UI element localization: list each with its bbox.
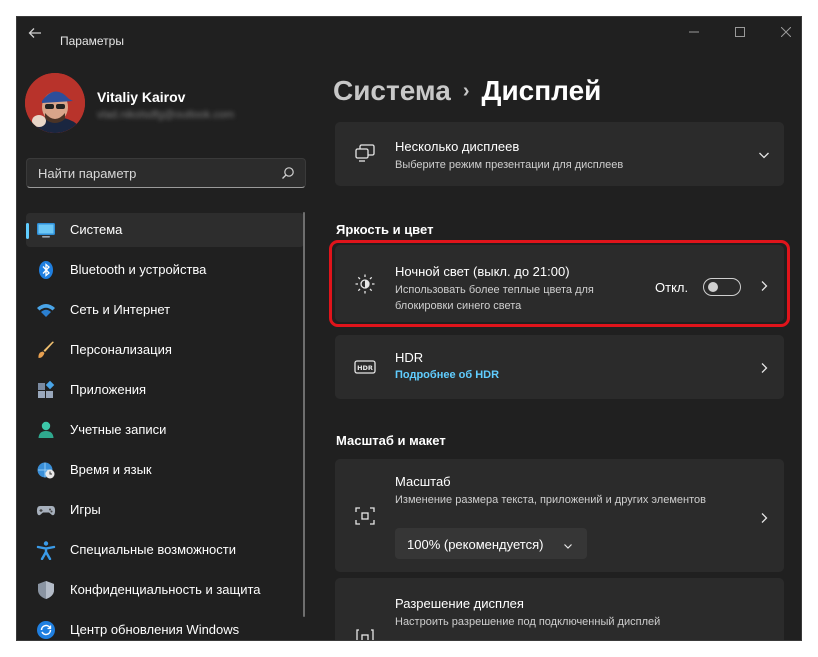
accessibility-icon [36,540,56,561]
card-title: HDR [395,350,424,365]
multiple-displays-card[interactable]: Несколько дисплеев Выберите режим презен… [335,122,784,186]
sidebar-item-bluetooth[interactable]: Bluetooth и устройства [26,253,304,287]
dropdown-value: 100% (рекомендуется) [407,537,544,552]
sidebar-item-privacy[interactable]: Конфиденциальность и защита [26,573,304,607]
bluetooth-icon [36,260,56,280]
sidebar-item-time-language[interactable]: Время и язык [26,453,304,487]
sidebar-item-label: Сеть и Интернет [70,302,171,317]
highlight-frame [329,240,790,327]
page-title: Дисплей [481,75,602,106]
shield-icon [36,580,56,600]
minimize-icon[interactable] [679,23,709,43]
resolution-icon [354,628,376,640]
sidebar-item-system[interactable]: Система [26,213,304,247]
sidebar-item-label: Персонализация [70,342,172,357]
sidebar-item-network[interactable]: Сеть и Интернет [26,293,304,327]
brush-icon [36,340,56,360]
chevron-down-icon[interactable] [758,148,770,160]
hdr-icon: HDR [354,356,376,378]
title-bar: Параметры [17,17,801,51]
maximize-icon[interactable] [725,23,755,43]
chevron-right-icon[interactable] [758,361,770,373]
sidebar-item-personalization[interactable]: Персонализация [26,333,304,367]
card-title: Масштаб [395,474,451,489]
card-title: Несколько дисплеев [395,139,520,154]
breadcrumb-separator: › [462,80,470,102]
apps-icon [36,380,56,400]
search-box[interactable]: Найти параметр [26,158,306,188]
sidebar-item-accessibility[interactable]: Специальные возможности [26,533,304,567]
scale-card[interactable]: Масштаб Изменение размера текста, прилож… [335,459,784,572]
breadcrumb: Система › Дисплей [333,75,601,107]
sidebar-scrollbar[interactable] [303,212,305,617]
svg-text:HDR: HDR [357,364,373,372]
sidebar-item-windows-update[interactable]: Центр обновления Windows [26,613,304,640]
breadcrumb-parent[interactable]: Система [333,75,451,106]
avatar[interactable] [25,73,85,133]
sidebar-item-label: Приложения [70,382,147,397]
hdr-learn-more-link[interactable]: Подробнее об HDR [395,369,499,381]
window-title: Параметры [60,34,124,48]
search-icon[interactable] [281,166,295,180]
person-icon [36,420,56,440]
sidebar-item-accounts[interactable]: Учетные записи [26,413,304,447]
arrow-left-icon[interactable] [25,26,45,42]
card-subtitle: Настроить разрешение под подключенный ди… [395,616,661,628]
sidebar-item-gaming[interactable]: Игры [26,493,304,527]
globe-clock-icon [36,460,56,480]
wifi-icon [36,300,56,320]
sidebar-item-label: Система [70,222,123,237]
system-display-icon [36,220,56,240]
search-input[interactable]: Найти параметр [38,166,136,181]
sidebar-item-label: Игры [70,502,101,517]
card-subtitle: Изменение размера текста, приложений и д… [395,494,706,506]
sidebar-item-label: Конфиденциальность и защита [70,582,261,597]
active-indicator [26,223,29,239]
sidebar-item-label: Специальные возможности [70,542,236,557]
chevron-right-icon[interactable] [758,511,770,523]
scale-icon [354,505,376,527]
sidebar-item-apps[interactable]: Приложения [26,373,304,407]
gamepad-icon [36,500,56,520]
user-name: Vitaliy Kairov [97,89,186,105]
section-heading-brightness: Яркость и цвет [336,222,434,237]
sidebar-item-label: Центр обновления Windows [70,622,240,637]
sidebar-item-label: Учетные записи [70,422,167,437]
chevron-down-icon [563,538,573,549]
scale-dropdown[interactable]: 100% (рекомендуется) [395,528,587,559]
section-heading-scale: Масштаб и макет [336,433,446,448]
card-subtitle: Выберите режим презентации для дисплеев [395,159,624,171]
sidebar-item-label: Время и язык [70,462,152,477]
user-email: vlad.nikolsdfg@outlook.com [97,109,235,121]
settings-window: Параметры Vitaliy Kairov vlad.nikolsdfg@… [16,16,802,641]
sidebar-item-label: Bluetooth и устройства [70,262,207,277]
multiple-displays-icon [354,142,376,164]
card-title: Разрешение дисплея [395,596,524,611]
resolution-card[interactable]: Разрешение дисплея Настроить разрешение … [335,578,784,640]
hdr-card[interactable]: HDR HDR Подробнее об HDR [335,335,784,399]
close-icon[interactable] [771,23,801,43]
update-icon [36,620,56,640]
